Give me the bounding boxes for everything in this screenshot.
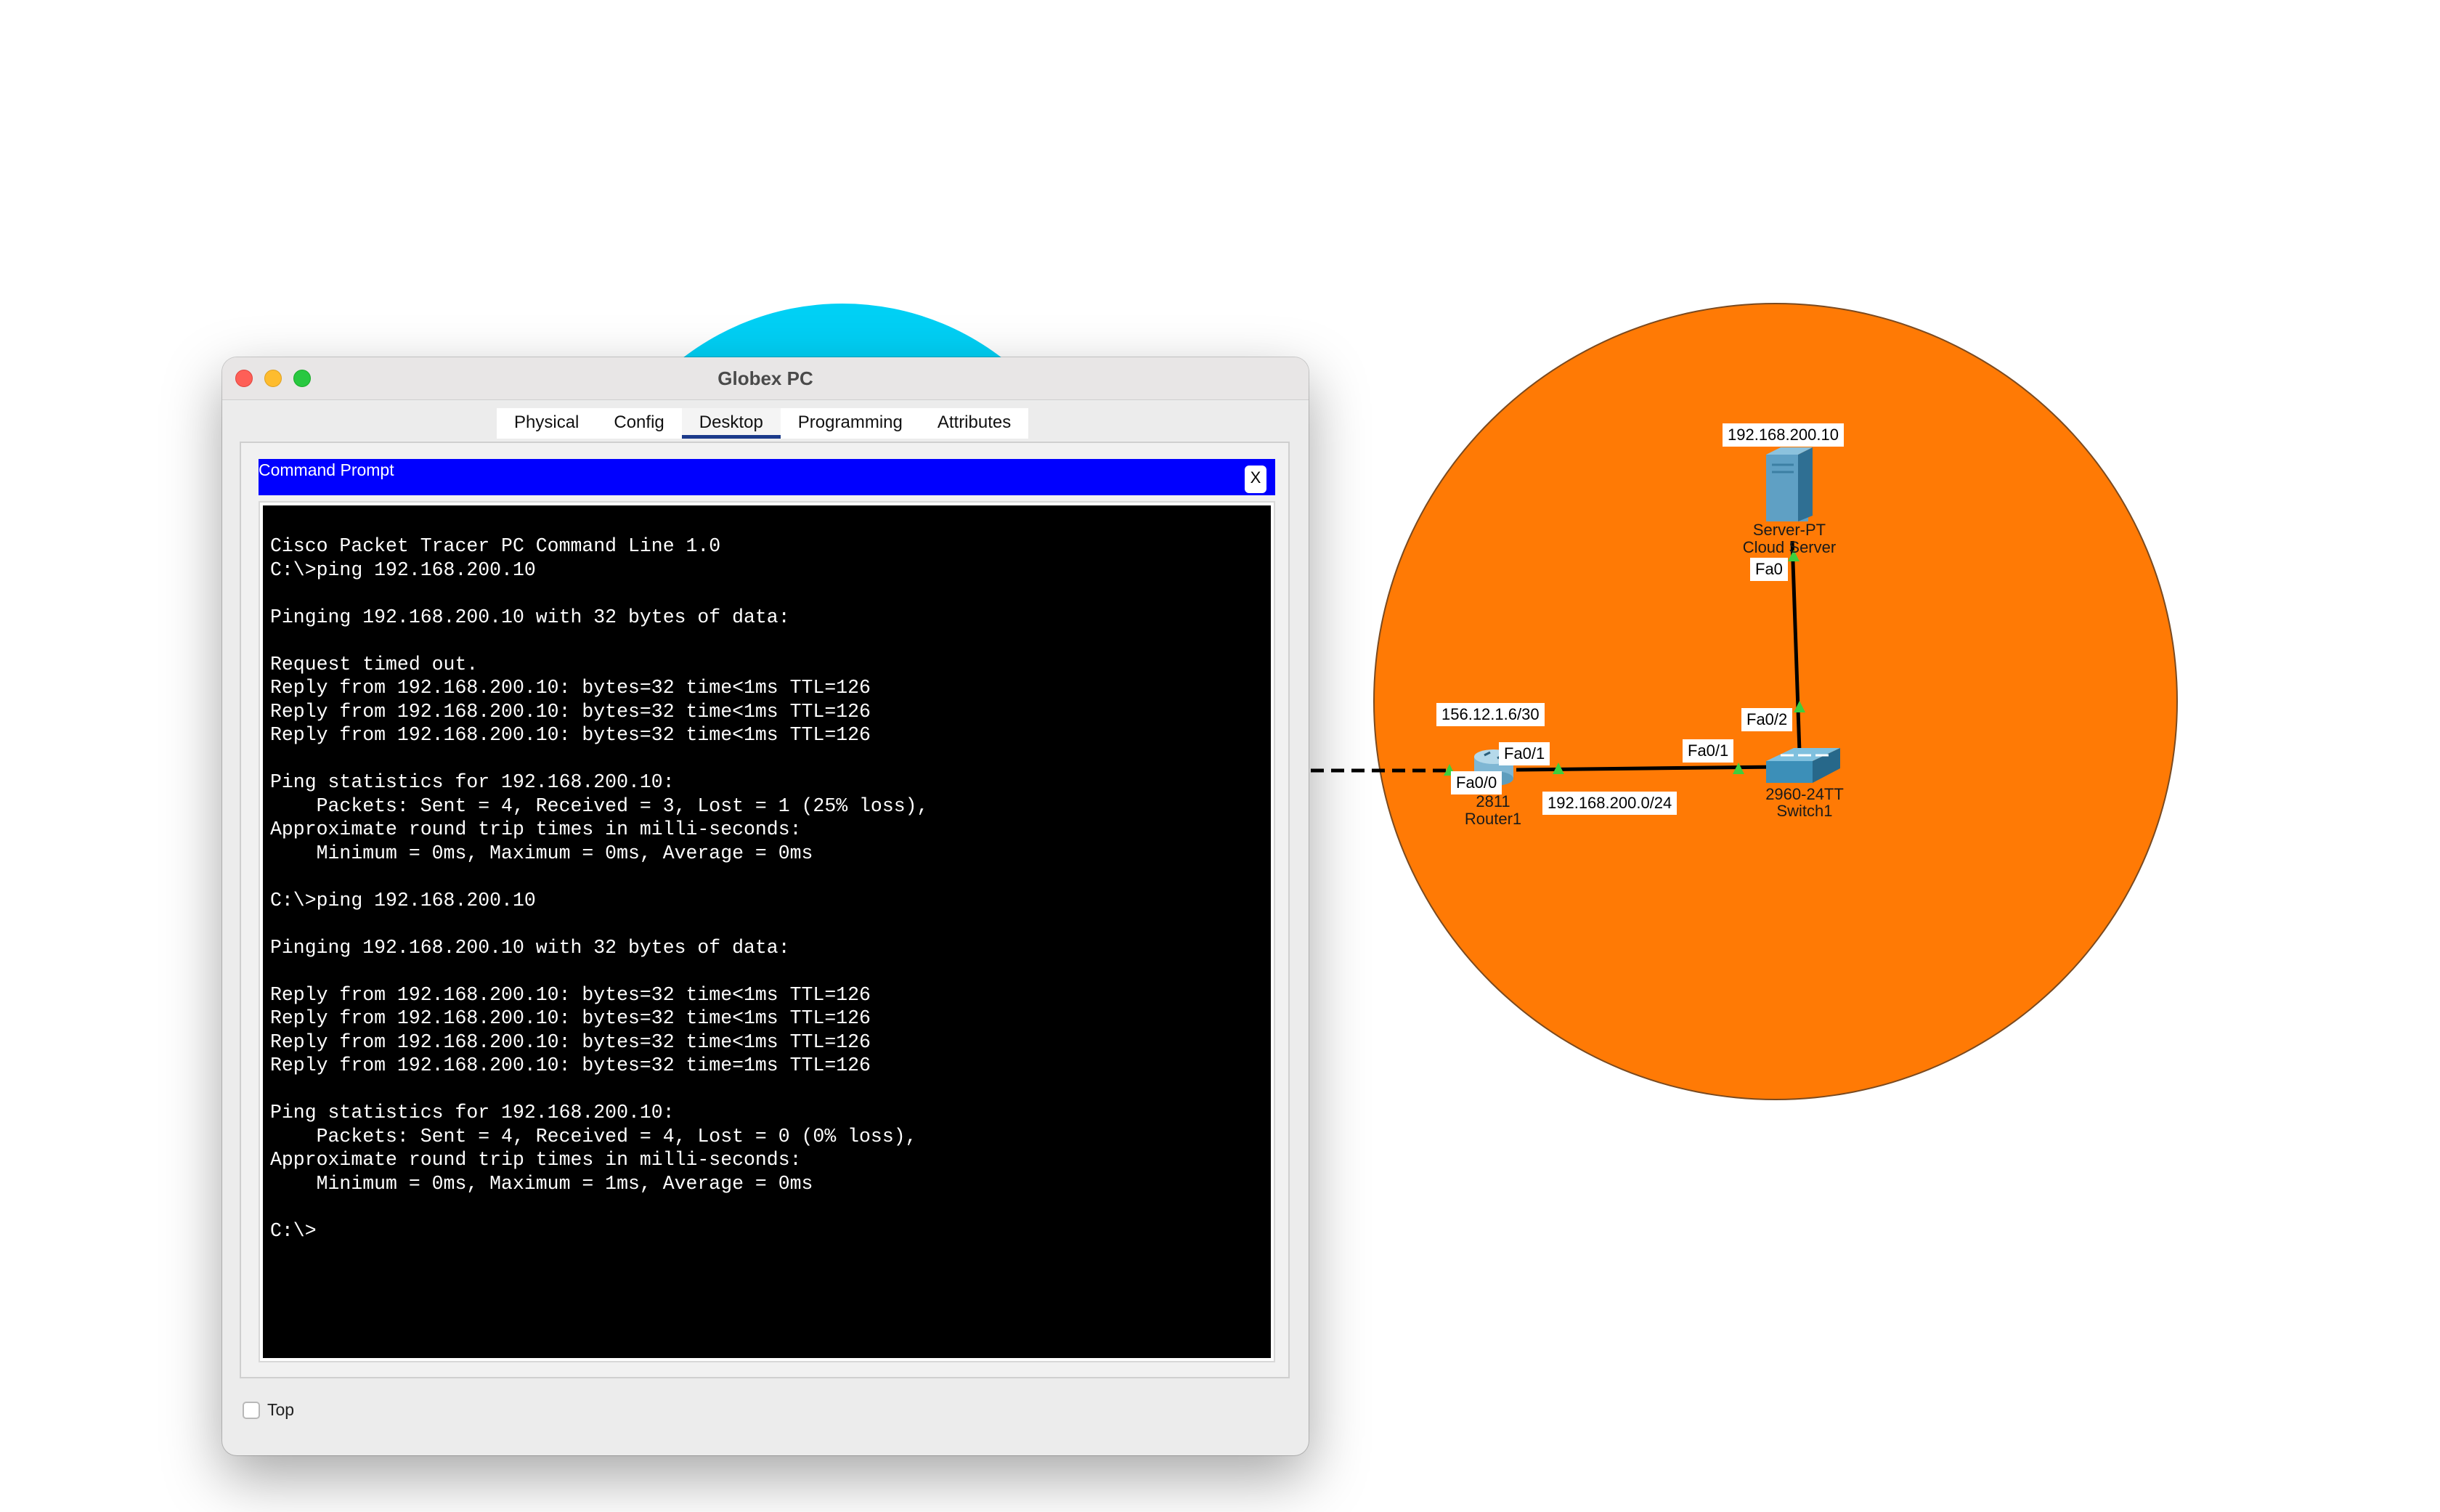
tab-desktop[interactable]: Desktop	[681, 408, 781, 439]
top-option: Top	[243, 1400, 294, 1420]
tab-bar: Physical Config Desktop Programming Attr…	[497, 408, 1029, 439]
switch-uplink-port-label: Fa0/2	[1741, 708, 1793, 731]
server-icon[interactable]	[1766, 447, 1813, 521]
lan-network-label: 192.168.200.0/24	[1542, 792, 1678, 815]
router-wan-port-label: Fa0/0	[1451, 771, 1502, 794]
window-title: Globex PC	[717, 367, 813, 389]
terminal-output[interactable]: Cisco Packet Tracer PC Command Line 1.0 …	[263, 505, 1271, 1358]
tab-physical[interactable]: Physical	[497, 408, 596, 439]
router-lan-port-label: Fa0/1	[1499, 742, 1550, 765]
port-up-indicator	[1794, 701, 1805, 712]
router-wan-ip-label: 156.12.1.6/30	[1436, 703, 1545, 726]
server-port-label: Fa0	[1750, 558, 1788, 581]
switch-server-link[interactable]	[1790, 540, 1802, 752]
switch-name-label: Switch1	[1776, 802, 1833, 820]
device-window: Globex PC Physical Config Desktop Progra…	[222, 357, 1309, 1455]
command-prompt-close-button[interactable]: X	[1245, 466, 1266, 493]
tab-attributes[interactable]: Attributes	[920, 408, 1028, 439]
switch-icon[interactable]	[1766, 748, 1840, 783]
desktop-panel: Command Prompt X Cisco Packet Tracer PC …	[240, 442, 1290, 1378]
command-prompt-titlebar: Command Prompt X	[259, 459, 1275, 495]
window-titlebar[interactable]: Globex PC	[222, 357, 1309, 400]
switch-model-label: 2960-24TT	[1765, 785, 1844, 803]
switch-router-port-label: Fa0/1	[1683, 739, 1734, 763]
tab-config[interactable]: Config	[596, 408, 681, 439]
router-name-label: Router1	[1464, 810, 1522, 828]
top-checkbox-label: Top	[267, 1400, 295, 1419]
tab-programming[interactable]: Programming	[781, 408, 920, 439]
top-checkbox[interactable]	[243, 1401, 260, 1419]
server-name-label: Cloud Server	[1742, 538, 1837, 556]
server-ip-label: 192.168.200.10	[1723, 423, 1844, 447]
command-prompt-title: Command Prompt	[259, 460, 394, 479]
command-prompt-frame: Cisco Packet Tracer PC Command Line 1.0 …	[259, 501, 1275, 1362]
router-model-label: 2811	[1476, 792, 1510, 810]
server-model-label: Server-PT	[1752, 521, 1826, 539]
